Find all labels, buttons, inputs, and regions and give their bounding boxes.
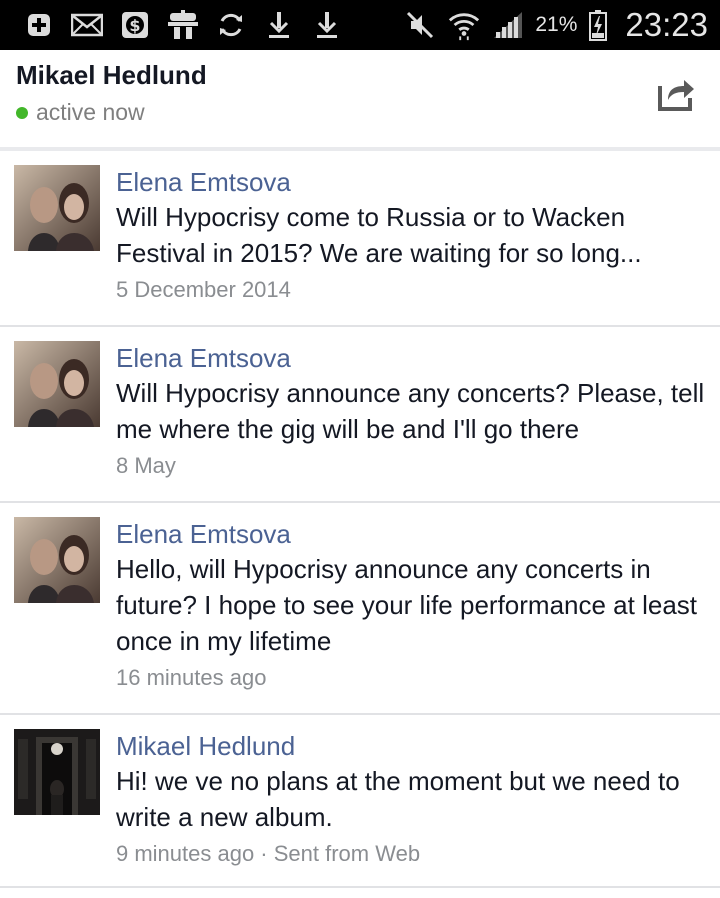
share-button[interactable] xyxy=(654,74,698,114)
sender-name[interactable]: Elena Emtsova xyxy=(116,517,708,551)
status-bar-system: 21% 23:23 xyxy=(403,6,708,44)
message-timestamp: 8 May xyxy=(116,453,176,478)
signal-icon xyxy=(491,8,525,42)
avatar[interactable] xyxy=(14,165,100,251)
conversation-title: Mikael Hedlund xyxy=(16,60,207,90)
message-text: Hi! we ve no plans at the moment but we … xyxy=(116,766,680,832)
online-dot-icon xyxy=(16,106,28,119)
message-item[interactable]: Elena Emtsova Will Hypocrisy come to Rus… xyxy=(0,151,720,327)
sms-icon: $ xyxy=(118,8,152,42)
avatar[interactable] xyxy=(14,729,100,815)
message-timestamp: 9 minutes ago · Sent from Web xyxy=(116,841,421,866)
download-icon xyxy=(262,8,296,42)
message-text: Hello, will Hypocrisy announce any conce… xyxy=(116,554,698,656)
message-timestamp: 16 minutes ago xyxy=(116,665,267,690)
message-item[interactable]: Mikael Hedlund Hi! we ve no plans at the… xyxy=(0,715,720,889)
message-text: Will Hypocrisy announce any concerts? Pl… xyxy=(116,378,705,444)
wifi-icon xyxy=(447,8,481,42)
robot-icon xyxy=(166,8,200,42)
message-item[interactable]: Elena Emtsova Hello, will Hypocrisy anno… xyxy=(0,503,720,715)
sender-name[interactable]: Elena Emtsova xyxy=(116,165,708,199)
list-divider xyxy=(0,886,720,888)
status-bar-notifications: $ xyxy=(22,8,344,42)
message-list[interactable]: Elena Emtsova Will Hypocrisy come to Rus… xyxy=(0,151,720,889)
download-icon xyxy=(310,8,344,42)
add-icon xyxy=(22,8,56,42)
mute-icon xyxy=(403,8,437,42)
presence-status: active now xyxy=(16,99,145,126)
status-bar: $ 21% 23:23 xyxy=(0,0,720,50)
sender-name[interactable]: Elena Emtsova xyxy=(116,341,708,375)
battery-percent: 21% xyxy=(535,13,578,36)
message-item[interactable]: Elena Emtsova Will Hypocrisy announce an… xyxy=(0,327,720,503)
avatar[interactable] xyxy=(14,517,100,603)
presence-text: active now xyxy=(36,99,145,125)
message-timestamp: 5 December 2014 xyxy=(116,277,291,302)
message-text: Will Hypocrisy come to Russia or to Wack… xyxy=(116,202,642,268)
share-icon xyxy=(658,80,694,111)
mail-icon xyxy=(70,8,104,42)
sync-icon xyxy=(214,8,248,42)
svg-text:$: $ xyxy=(129,16,140,35)
clock: 23:23 xyxy=(625,6,708,43)
battery-charging-icon xyxy=(587,8,609,42)
avatar[interactable] xyxy=(14,341,100,427)
sender-name[interactable]: Mikael Hedlund xyxy=(116,729,708,763)
